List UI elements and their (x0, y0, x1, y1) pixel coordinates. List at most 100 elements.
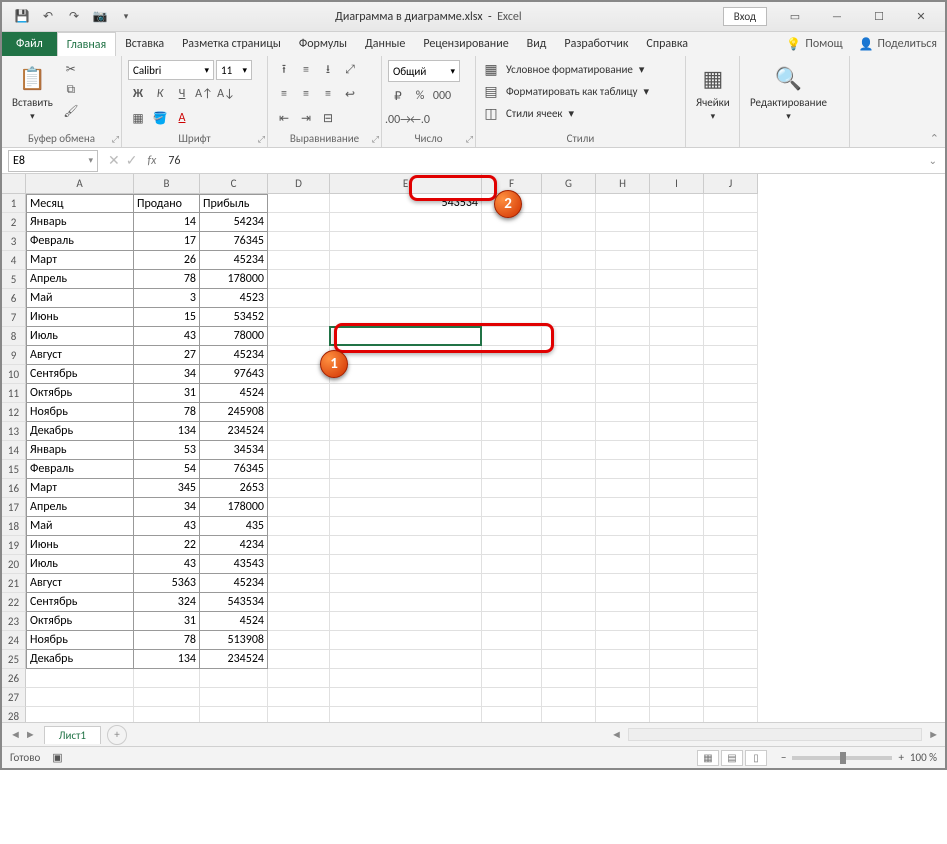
cell[interactable] (650, 498, 704, 517)
cell[interactable]: Июль (26, 327, 134, 346)
cell[interactable] (330, 441, 482, 460)
cell[interactable]: Июнь (26, 536, 134, 555)
cell[interactable]: 234524 (200, 422, 268, 441)
cell[interactable]: 513908 (200, 631, 268, 650)
cell[interactable] (482, 688, 542, 707)
cell[interactable] (542, 308, 596, 327)
col-header[interactable]: C (200, 174, 268, 193)
cell[interactable] (268, 688, 330, 707)
cell[interactable] (330, 631, 482, 650)
zoom-level[interactable]: 100 % (910, 751, 937, 764)
col-header[interactable]: I (650, 174, 704, 193)
cell[interactable] (704, 460, 758, 479)
cell[interactable] (704, 593, 758, 612)
cell[interactable] (542, 650, 596, 669)
cell[interactable] (650, 517, 704, 536)
cell[interactable] (596, 403, 650, 422)
cell[interactable] (542, 669, 596, 688)
cell[interactable] (482, 517, 542, 536)
cell[interactable] (596, 365, 650, 384)
cell[interactable]: 45234 (200, 346, 268, 365)
tab-home[interactable]: Главная (57, 32, 116, 56)
paste-button[interactable]: 📋 Вставить ▾ (8, 60, 57, 124)
cell[interactable] (542, 213, 596, 232)
cell[interactable]: 4524 (200, 612, 268, 631)
row-header[interactable]: 3 (2, 232, 26, 251)
fx-icon[interactable]: fx (147, 154, 156, 168)
cell[interactable] (704, 251, 758, 270)
cell[interactable] (704, 441, 758, 460)
cell[interactable] (704, 365, 758, 384)
cell[interactable]: 43 (134, 327, 200, 346)
zoom-control[interactable]: − + 100 % (781, 751, 937, 764)
cell[interactable] (596, 327, 650, 346)
sheet-next-icon[interactable]: ► (25, 728, 36, 741)
cell[interactable]: 78000 (200, 327, 268, 346)
italic-icon[interactable]: К (150, 84, 170, 104)
row-header[interactable]: 26 (2, 669, 26, 688)
cell[interactable] (542, 707, 596, 722)
cell[interactable]: 245908 (200, 403, 268, 422)
cell[interactable] (542, 574, 596, 593)
cell[interactable] (542, 422, 596, 441)
cell[interactable] (650, 441, 704, 460)
format-painter-icon[interactable]: 🖌 (61, 102, 81, 120)
decrease-indent-icon[interactable]: ⇤ (274, 108, 294, 128)
col-header[interactable]: G (542, 174, 596, 193)
cell[interactable]: Октябрь (26, 612, 134, 631)
cell[interactable] (330, 612, 482, 631)
col-header[interactable]: E (330, 174, 482, 193)
cell[interactable] (268, 422, 330, 441)
collapse-ribbon-icon[interactable]: ⌃ (930, 132, 939, 145)
cell[interactable] (134, 669, 200, 688)
cell[interactable]: Апрель (26, 498, 134, 517)
cell[interactable] (330, 555, 482, 574)
cells-button[interactable]: ▦Ячейки▾ (692, 60, 734, 124)
cell[interactable] (650, 536, 704, 555)
cell[interactable] (596, 346, 650, 365)
cell[interactable] (542, 403, 596, 422)
cell[interactable] (482, 669, 542, 688)
cell[interactable] (542, 612, 596, 631)
row-header[interactable]: 4 (2, 251, 26, 270)
row-header[interactable]: 17 (2, 498, 26, 517)
select-all-corner[interactable] (2, 174, 26, 194)
row-header[interactable]: 7 (2, 308, 26, 327)
cell[interactable] (482, 289, 542, 308)
cell[interactable] (26, 669, 134, 688)
cell[interactable] (542, 631, 596, 650)
cell[interactable] (704, 327, 758, 346)
cell[interactable] (330, 650, 482, 669)
cell[interactable] (482, 593, 542, 612)
cell[interactable] (200, 688, 268, 707)
cell[interactable]: 43543 (200, 555, 268, 574)
row-header[interactable]: 10 (2, 365, 26, 384)
cell[interactable] (650, 289, 704, 308)
cell[interactable] (704, 650, 758, 669)
cell[interactable] (596, 707, 650, 722)
row-header[interactable]: 8 (2, 327, 26, 346)
expand-formula-icon[interactable]: ⌄ (921, 154, 945, 167)
cell[interactable] (330, 289, 482, 308)
cancel-formula-icon[interactable]: ✕ (108, 152, 120, 169)
cell[interactable] (542, 327, 596, 346)
cell[interactable] (596, 479, 650, 498)
row-header[interactable]: 13 (2, 422, 26, 441)
cell[interactable] (650, 308, 704, 327)
cell[interactable]: 53 (134, 441, 200, 460)
cell[interactable] (650, 460, 704, 479)
cell[interactable] (482, 536, 542, 555)
cell[interactable]: Март (26, 479, 134, 498)
cell[interactable] (596, 555, 650, 574)
cell[interactable]: Октябрь (26, 384, 134, 403)
row-header[interactable]: 21 (2, 574, 26, 593)
cell[interactable] (330, 365, 482, 384)
wrap-text-icon[interactable]: ↩ (340, 84, 360, 104)
cell[interactable] (596, 593, 650, 612)
cell[interactable] (542, 270, 596, 289)
cell[interactable] (650, 422, 704, 441)
zoom-in-icon[interactable]: + (898, 751, 903, 764)
cell[interactable]: 27 (134, 346, 200, 365)
cell[interactable] (330, 270, 482, 289)
col-header[interactable]: D (268, 174, 330, 193)
